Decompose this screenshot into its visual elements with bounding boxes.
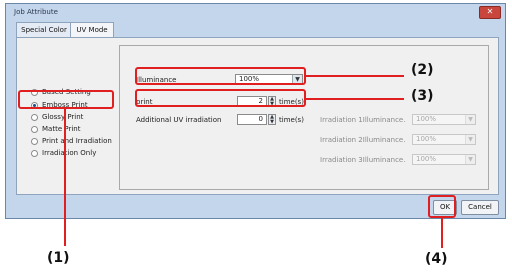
cancel-button[interactable]: Cancel <box>461 200 499 215</box>
dialog-title: Job Attribute <box>14 8 58 16</box>
additional-uv-input[interactable]: 0 <box>237 114 267 125</box>
additional-uv-unit: time(s) <box>279 116 304 124</box>
callout-3-label: (3) <box>411 88 434 104</box>
callout-3-leader <box>306 98 404 100</box>
close-icon: ✕ <box>486 7 494 16</box>
callout-4-leader <box>441 218 443 248</box>
callout-4-highlight <box>428 195 456 218</box>
callout-1-highlight <box>18 90 114 109</box>
radio-icon <box>31 149 38 157</box>
radio-icon <box>31 137 38 145</box>
irradiation-2-label: Irradiation 2Illuminance. <box>320 136 406 144</box>
chevron-down-icon: ▼ <box>465 115 475 124</box>
irradiation-1-value: 100% <box>416 115 437 123</box>
additional-uv-label: Additional UV irradiation <box>136 116 222 124</box>
irradiation-1-label: Irradiation 1Illuminance. <box>320 116 406 124</box>
chevron-down-icon: ▼ <box>465 155 475 164</box>
radio-icon <box>31 125 38 133</box>
mode-label: Glossy Print <box>42 113 84 121</box>
mode-label: Irradiation Only <box>42 149 97 157</box>
close-button[interactable]: ✕ <box>479 6 501 19</box>
title-bar: Job Attribute ✕ <box>6 4 505 20</box>
mode-label: Matte Print <box>42 125 81 133</box>
irradiation-3-label: Irradiation 3Illuminance. <box>320 156 406 164</box>
irradiation-2-value: 100% <box>416 135 437 143</box>
callout-2-leader <box>306 75 404 77</box>
irradiation-3-select[interactable]: 100% ▼ <box>412 154 476 165</box>
job-attribute-dialog: Job Attribute ✕ Special Color UV Mode Ba… <box>5 3 506 219</box>
tab-uv-mode[interactable]: UV Mode <box>70 22 114 38</box>
callout-4-label: (4) <box>425 251 448 267</box>
mode-radio-matte-print[interactable]: Matte Print <box>31 125 80 133</box>
tab-special-color[interactable]: Special Color <box>16 22 72 37</box>
callout-2-label: (2) <box>411 62 434 78</box>
callout-2-highlight <box>135 67 306 85</box>
mode-radio-glossy-print[interactable]: Glossy Print <box>31 113 83 121</box>
chevron-down-icon: ▼ <box>465 135 475 144</box>
irradiation-1-select[interactable]: 100% ▼ <box>412 114 476 125</box>
irradiation-3-value: 100% <box>416 155 437 163</box>
callout-1-leader <box>64 109 66 246</box>
irradiation-2-select[interactable]: 100% ▼ <box>412 134 476 145</box>
additional-uv-stepper[interactable]: ▲ ▼ <box>268 114 276 125</box>
mode-radio-print-and-irradiation[interactable]: Print and Irradiation <box>31 137 112 145</box>
radio-icon <box>31 113 38 121</box>
callout-3-highlight <box>135 89 306 107</box>
callout-1-label: (1) <box>47 250 70 266</box>
mode-label: Print and Irradiation <box>42 137 112 145</box>
uv-mode-panel: Based Setting Emboss Print Glossy Print … <box>16 37 499 195</box>
